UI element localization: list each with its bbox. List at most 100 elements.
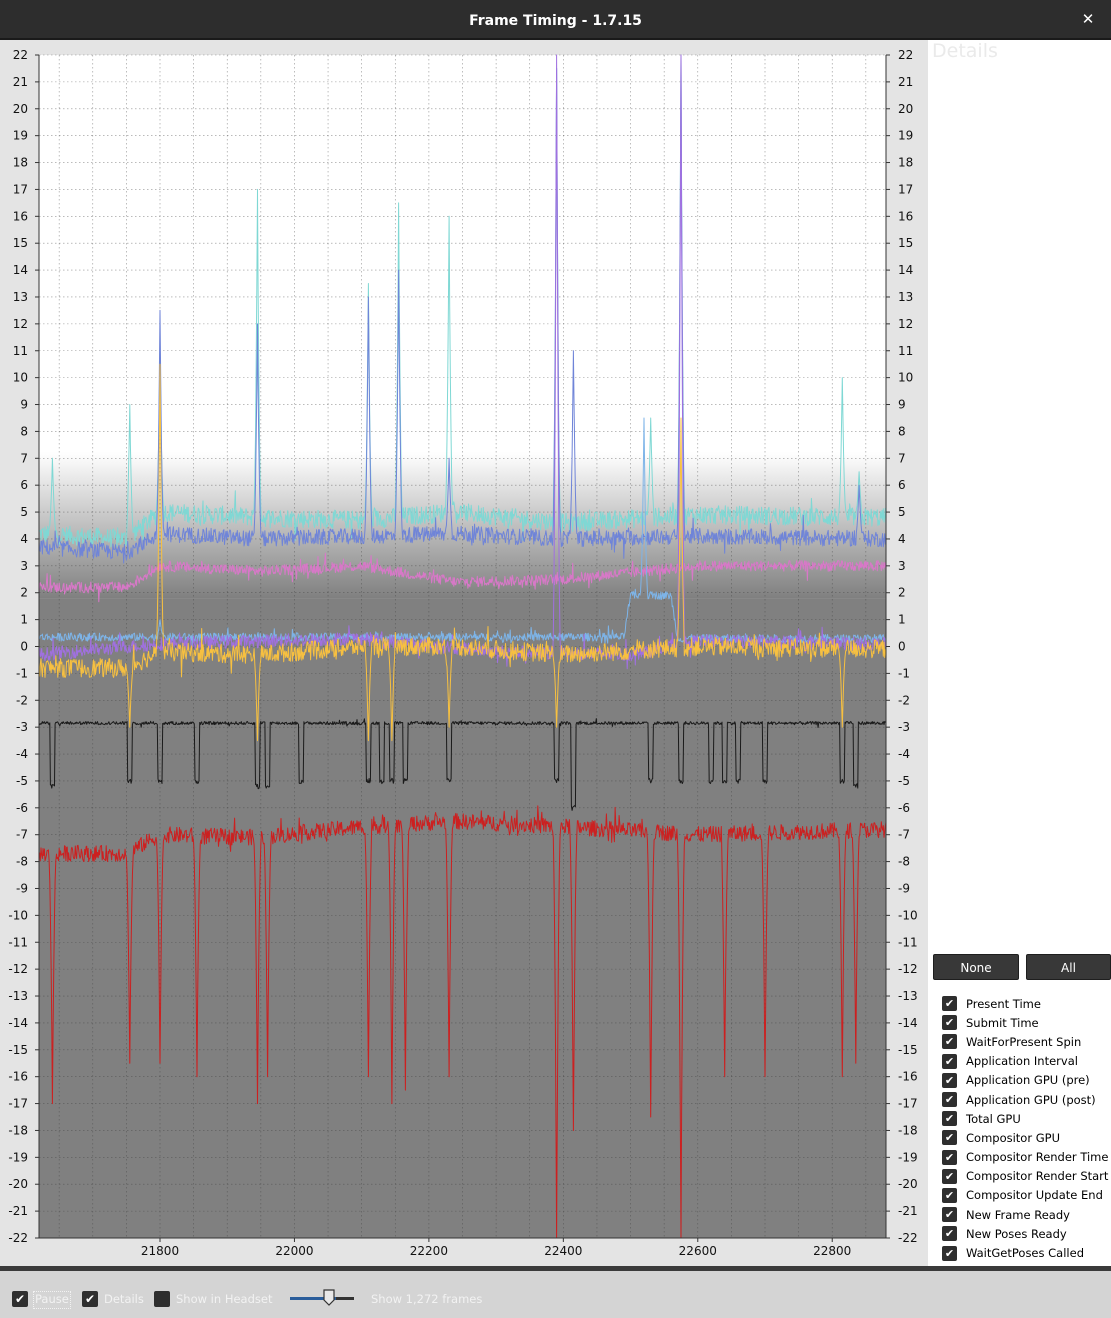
y-tick-label-right: -10 [898, 908, 918, 922]
y-tick-label-left: -8 [16, 855, 28, 869]
show-in-headset-checkbox[interactable] [154, 1291, 170, 1307]
series-toggle-row[interactable]: ✔ Compositor Update End [942, 1186, 1111, 1205]
series-toggle-row[interactable]: ✔ Compositor Render Start [942, 1167, 1111, 1186]
checkbox-checked-icon[interactable]: ✔ [942, 1092, 957, 1108]
checkbox-checked-icon[interactable]: ✔ [942, 996, 957, 1012]
series-toggle-row[interactable]: ✔ Present Time [942, 994, 1111, 1013]
pause-checkbox[interactable]: ✔ [12, 1291, 28, 1307]
y-tick-label-right: 9 [898, 398, 906, 412]
x-tick-label: 22800 [813, 1244, 851, 1258]
checkbox-checked-icon[interactable]: ✔ [942, 1034, 957, 1050]
x-tick-label: 22400 [544, 1244, 582, 1258]
y-tick-label-right: -11 [898, 935, 918, 949]
y-tick-label-right: -14 [898, 1016, 918, 1030]
y-tick-label-left: -21 [8, 1204, 28, 1218]
checkbox-checked-icon[interactable]: ✔ [942, 1168, 957, 1184]
y-tick-label-left: 8 [20, 424, 28, 438]
series-toggle-row[interactable]: ✔ Total GPU [942, 1109, 1111, 1128]
y-tick-label-right: -21 [898, 1204, 918, 1218]
y-tick-label-right: 1 [898, 613, 906, 627]
y-tick-label-left: 2 [20, 586, 28, 600]
y-tick-label-right: 16 [898, 209, 913, 223]
y-tick-label-right: -6 [898, 801, 910, 815]
y-tick-label-left: -14 [8, 1016, 28, 1030]
y-tick-label-right: 20 [898, 102, 913, 116]
series-toggle-row[interactable]: ✔ WaitForPresent Spin [942, 1032, 1111, 1051]
checkbox-checked-icon[interactable]: ✔ [942, 1053, 957, 1069]
background-band [39, 598, 886, 1238]
series-toggle-row[interactable]: ✔ WaitGetPoses Called [942, 1243, 1111, 1262]
frames-slider-handle[interactable] [323, 1289, 335, 1306]
details-checkbox[interactable]: ✔ [82, 1291, 98, 1307]
checkbox-checked-icon[interactable]: ✔ [942, 1207, 957, 1223]
x-tick-label: 22000 [275, 1244, 313, 1258]
y-tick-label-left: 21 [13, 75, 28, 89]
y-tick-label-right: 19 [898, 129, 913, 143]
window-title: Frame Timing - 1.7.15 [469, 13, 642, 29]
series-toggle-row[interactable]: ✔ New Frame Ready [942, 1205, 1111, 1224]
checkbox-checked-icon[interactable]: ✔ [942, 1015, 957, 1031]
y-tick-label-left: -4 [16, 747, 28, 761]
y-tick-label-left: 9 [20, 398, 28, 412]
y-tick-label-left: -6 [16, 801, 28, 815]
frame-timing-chart: -22 -22 -21 -21 -20 -20 -19 -19 -18 -18 -17 -17 -16-… [0, 40, 928, 1266]
y-tick-label-right: 3 [898, 559, 906, 573]
frames-slider-track-remaining[interactable] [336, 1297, 354, 1300]
y-tick-label-left: -11 [8, 935, 28, 949]
y-tick-label-right: -20 [898, 1177, 918, 1191]
series-toggle-row[interactable]: ✔ New Poses Ready [942, 1224, 1111, 1243]
y-tick-label-left: -13 [8, 989, 28, 1003]
y-tick-label-left: 0 [20, 640, 28, 654]
series-toggle-row[interactable]: ✔ Application GPU (pre) [942, 1071, 1111, 1090]
y-tick-label-left: -12 [8, 962, 28, 976]
y-tick-label-right: 12 [898, 317, 913, 331]
frames-count-label: Show 1,272 frames [371, 1292, 483, 1306]
y-tick-label-left: -3 [16, 720, 28, 734]
y-tick-label-left: 14 [13, 263, 28, 277]
checkbox-checked-icon[interactable]: ✔ [942, 1226, 957, 1242]
y-tick-label-left: -7 [16, 828, 28, 842]
y-tick-label-left: -18 [8, 1123, 28, 1137]
series-toggle-row[interactable]: ✔ Compositor GPU [942, 1128, 1111, 1147]
x-tick-label: 22200 [410, 1244, 448, 1258]
series-toggle-row[interactable]: ✔ Application GPU (post) [942, 1090, 1111, 1109]
y-tick-label-left: -16 [8, 1070, 28, 1084]
details-label[interactable]: Details [104, 1291, 144, 1307]
checkbox-checked-icon[interactable]: ✔ [942, 1245, 957, 1261]
checkbox-checked-icon[interactable]: ✔ [942, 1187, 957, 1203]
details-panel: Details None All ✔ Present Time ✔ Submit T… [928, 40, 1111, 1266]
y-tick-label-left: 11 [13, 344, 28, 358]
series-toggle-list: ✔ Present Time ✔ Submit Time ✔ WaitForPrese… [942, 994, 1111, 1263]
checkbox-checked-icon[interactable]: ✔ [942, 1111, 957, 1127]
series-toggle-row[interactable]: ✔ Application Interval [942, 1052, 1111, 1071]
y-tick-label-right: 5 [898, 505, 906, 519]
series-toggle-label: Application GPU (pre) [966, 1073, 1090, 1088]
y-tick-label-right: -8 [898, 855, 910, 869]
y-tick-label-right: 0 [898, 640, 906, 654]
checkbox-checked-icon[interactable]: ✔ [942, 1149, 957, 1165]
checkbox-checked-icon[interactable]: ✔ [942, 1072, 957, 1088]
checkbox-checked-icon[interactable]: ✔ [942, 1130, 957, 1146]
y-tick-label-left: 18 [13, 156, 28, 170]
none-button[interactable]: None [933, 954, 1019, 980]
pause-label[interactable]: Pause [33, 1291, 71, 1309]
y-tick-label-left: 6 [20, 478, 28, 492]
y-tick-label-left: -2 [16, 693, 28, 707]
y-tick-label-left: -9 [16, 881, 28, 895]
y-tick-label-right: 17 [898, 182, 913, 196]
close-icon[interactable]: ✕ [1075, 6, 1101, 32]
y-tick-label-right: 10 [898, 371, 913, 385]
y-tick-label-left: 19 [13, 129, 28, 143]
y-tick-label-left: -15 [8, 1043, 28, 1057]
series-toggle-row[interactable]: ✔ Compositor Render Time [942, 1148, 1111, 1167]
y-tick-label-right: -18 [898, 1123, 918, 1137]
y-tick-label-right: 6 [898, 478, 906, 492]
background-band [39, 55, 886, 453]
y-tick-label-right: -5 [898, 774, 910, 788]
show-in-headset-label[interactable]: Show in Headset [176, 1291, 272, 1307]
series-toggle-row[interactable]: ✔ Submit Time [942, 1013, 1111, 1032]
y-tick-label-right: -1 [898, 666, 910, 680]
all-button[interactable]: All [1026, 954, 1111, 980]
y-tick-label-left: 1 [20, 613, 28, 627]
y-tick-label-right: 21 [898, 75, 913, 89]
